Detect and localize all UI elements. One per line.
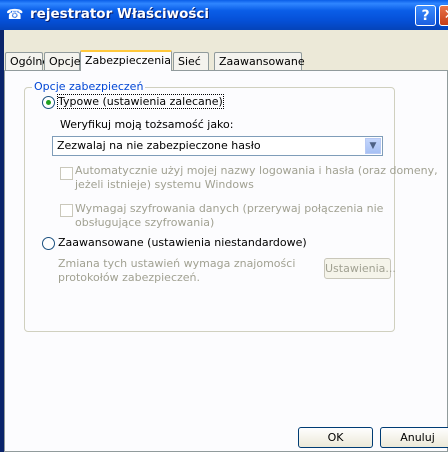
require-encryption-checkbox[interactable] [60, 204, 73, 217]
require-encryption-label-line2: obsługujące szyfrowania) [75, 216, 215, 229]
cancel-button[interactable]: Anuluj [380, 427, 448, 448]
tab-general[interactable]: Ogólne [5, 52, 49, 70]
auto-logon-checkbox[interactable] [60, 167, 73, 180]
ok-button[interactable]: OK [298, 427, 373, 448]
verify-identity-label: Weryfikuj moją tożsamość jako: [60, 118, 234, 131]
window-title: rejestrator Właściwości [30, 6, 210, 22]
typical-radio[interactable] [42, 96, 55, 109]
auto-logon-label-line2: jeżeli istnieje) systemu Windows [75, 178, 254, 191]
properties-window: ☎ rejestrator Właściwości ? ✕ Ogólne Opc… [0, 0, 448, 452]
advanced-note-line2: protokołów zabezpieczeń. [58, 271, 200, 284]
auto-logon-label-line1: Automatycznie użyj mojej nazwy logowania… [75, 164, 438, 177]
tab-options[interactable]: Opcje [44, 52, 81, 70]
title-bar[interactable]: ☎ rejestrator Właściwości ? ✕ [0, 0, 448, 30]
advanced-note-line1: Zmiana tych ustawień wymaga znajomości [58, 257, 296, 270]
settings-button[interactable]: Ustawienia... [324, 258, 396, 279]
close-button[interactable]: ✕ [439, 5, 448, 26]
tab-network[interactable]: Sieć [173, 52, 209, 70]
tab-advanced[interactable]: Zaawansowane [214, 52, 305, 70]
dialog-client: Ogólne Opcje Zabezpieczenia Sieć Zaawans… [4, 30, 448, 452]
security-options-legend: Opcje zabezpieczeń [32, 80, 146, 93]
verify-identity-select[interactable]: Zezwalaj na nie zabezpieczone hasło ▼ [52, 136, 383, 156]
connection-icon: ☎ [6, 7, 24, 23]
advanced-radio-label[interactable]: Zaawansowane (ustawienia niestandardowe) [58, 236, 307, 249]
require-encryption-label-line1: Wymagaj szyfrowania danych (przerywaj po… [75, 202, 384, 215]
help-button[interactable]: ? [415, 5, 436, 26]
chevron-down-icon[interactable]: ▼ [365, 138, 381, 154]
tab-security[interactable]: Zabezpieczenia [80, 50, 172, 71]
verify-identity-value: Zezwalaj na nie zabezpieczone hasło [57, 139, 261, 152]
advanced-radio[interactable] [42, 237, 55, 250]
typical-radio-label[interactable]: Typowe (ustawienia zalecane) [57, 94, 224, 109]
